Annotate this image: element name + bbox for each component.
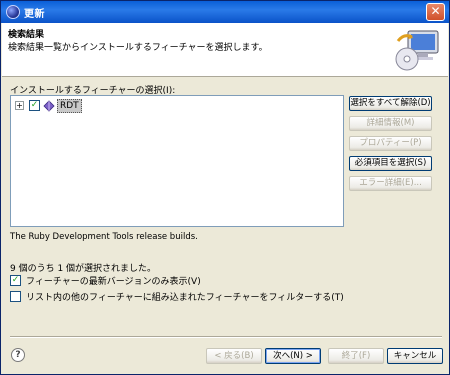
filter-included-checkbox[interactable] xyxy=(10,291,21,302)
feature-description: The Ruby Development Tools release build… xyxy=(10,232,198,242)
back-button[interactable]: < 戻る(B) xyxy=(206,348,262,364)
feature-tree[interactable]: + ✓ RDT xyxy=(10,95,344,227)
footer-separator xyxy=(10,336,442,338)
cancel-button[interactable]: キャンセル xyxy=(387,348,443,364)
latest-version-label: フィーチャーの最新バージョンのみ表示(V) xyxy=(26,277,201,287)
finish-button[interactable]: 終了(F) xyxy=(328,348,384,364)
error-details-button[interactable]: エラー詳細(E)... xyxy=(349,176,432,191)
title-bar[interactable]: 更新 ✕ xyxy=(1,1,449,23)
header-title: 検索結果 xyxy=(8,30,45,40)
properties-button[interactable]: プロパティー(P) xyxy=(349,136,432,151)
more-info-button[interactable]: 詳細情報(M) xyxy=(349,116,432,131)
header-description: 検索結果一覧からインストールするフィーチャーを選択します。 xyxy=(8,43,268,53)
rdt-checkbox[interactable]: ✓ xyxy=(29,100,40,111)
filter-included-label: リスト内の他のフィーチャーに組み込まれたフィーチャーをフィルターする(T) xyxy=(26,293,344,303)
window-title: 更新 xyxy=(24,9,45,20)
latest-version-checkbox[interactable]: ✓ xyxy=(10,275,21,286)
feature-plugin-icon xyxy=(43,99,55,112)
selection-count: 9 個のうち 1 個が選択されました。 xyxy=(10,264,157,274)
install-wizard-icon xyxy=(395,30,439,71)
deselect-all-button[interactable]: 選択をすべて解除(D) xyxy=(349,96,432,111)
latest-version-option[interactable]: ✓ フィーチャーの最新バージョンのみ表示(V) xyxy=(10,274,201,287)
eclipse-app-icon xyxy=(6,5,20,19)
select-required-button[interactable]: 必須項目を選択(S) xyxy=(349,156,432,171)
update-dialog: 更新 ✕ 検索結果 検索結果一覧からインストールするフィーチャーを選択します。 … xyxy=(0,0,450,375)
expand-icon[interactable]: + xyxy=(15,101,24,110)
wizard-header: 検索結果 検索結果一覧からインストールするフィーチャーを選択します。 xyxy=(2,23,448,77)
help-icon[interactable]: ? xyxy=(11,348,25,362)
close-icon[interactable]: ✕ xyxy=(426,3,445,21)
tree-row-rdt[interactable]: + ✓ RDT xyxy=(15,98,82,113)
tree-item-label: RDT xyxy=(57,98,82,113)
next-button[interactable]: 次へ(N) > xyxy=(265,348,321,364)
filter-included-option[interactable]: リスト内の他のフィーチャーに組み込まれたフィーチャーをフィルターする(T) xyxy=(10,290,344,303)
